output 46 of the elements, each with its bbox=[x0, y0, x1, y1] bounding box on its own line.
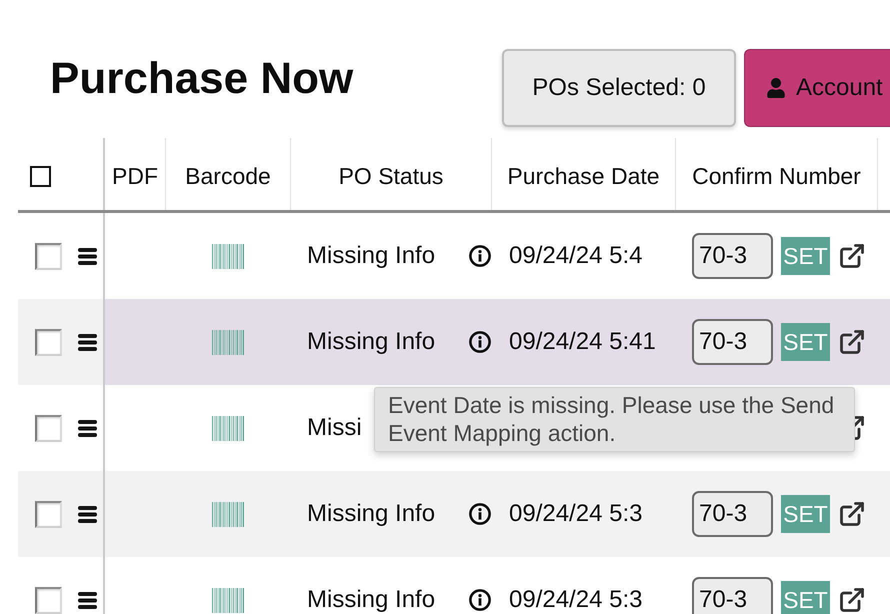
external-link-icon[interactable] bbox=[838, 500, 866, 528]
confirm-number-field[interactable]: 70-3 bbox=[692, 233, 773, 279]
external-link-icon[interactable] bbox=[838, 328, 866, 356]
external-link-icon[interactable] bbox=[838, 242, 866, 270]
column-header: PDF bbox=[112, 162, 158, 190]
row-checkbox[interactable] bbox=[35, 242, 62, 270]
external-link-icon[interactable] bbox=[838, 586, 866, 614]
tooltip: Event Date is missing. Please use the Send Event Mapping action. bbox=[374, 387, 855, 452]
info-icon[interactable] bbox=[469, 503, 491, 525]
status-text: Missing Info bbox=[307, 502, 436, 526]
column-header: Barcode bbox=[185, 162, 271, 190]
info-icon[interactable] bbox=[469, 245, 491, 267]
menu-icon[interactable] bbox=[78, 420, 97, 436]
barcode-icon[interactable] bbox=[212, 588, 244, 612]
column-header: PO Status bbox=[338, 162, 444, 190]
info-icon[interactable] bbox=[469, 589, 491, 611]
user-icon bbox=[766, 78, 786, 98]
row-checkbox[interactable] bbox=[35, 328, 62, 356]
page-title: Purchase Now bbox=[50, 57, 354, 101]
row-checkbox[interactable] bbox=[35, 586, 62, 614]
row-checkbox[interactable] bbox=[35, 414, 62, 442]
menu-icon[interactable] bbox=[78, 506, 97, 522]
purchase-date-text: 09/24/24 5:3 bbox=[509, 500, 642, 527]
info-icon[interactable] bbox=[469, 331, 491, 353]
confirm-number-field[interactable]: 70-3 bbox=[692, 319, 773, 365]
status-text: Missing Info bbox=[307, 244, 436, 268]
purchase-date-text: 09/24/24 5:4 bbox=[509, 242, 642, 269]
column-header: Confirm Number bbox=[692, 162, 861, 190]
status-text: Missi bbox=[307, 416, 362, 440]
account-button[interactable]: Account bbox=[744, 49, 890, 127]
select-all-checkbox[interactable] bbox=[30, 166, 51, 186]
row-checkbox[interactable] bbox=[35, 500, 62, 528]
menu-icon[interactable] bbox=[78, 334, 97, 350]
confirm-number-field[interactable]: 70-3 bbox=[692, 577, 773, 614]
barcode-icon[interactable] bbox=[212, 416, 244, 440]
selected-count-button[interactable]: POs Selected: 0 bbox=[502, 49, 736, 127]
status-text: Missing Info bbox=[307, 330, 436, 354]
status-text: Missing Info bbox=[307, 588, 436, 612]
menu-icon[interactable] bbox=[78, 592, 97, 608]
column-header: Purchase Date bbox=[507, 162, 660, 190]
menu-icon[interactable] bbox=[78, 248, 97, 264]
purchase-date-text: 09/24/24 5:3 bbox=[509, 586, 642, 613]
barcode-icon[interactable] bbox=[212, 502, 244, 526]
barcode-icon[interactable] bbox=[212, 244, 244, 268]
confirm-number-field[interactable]: 70-3 bbox=[692, 491, 773, 537]
purchase-date-text: 09/24/24 5:41 bbox=[509, 328, 656, 355]
